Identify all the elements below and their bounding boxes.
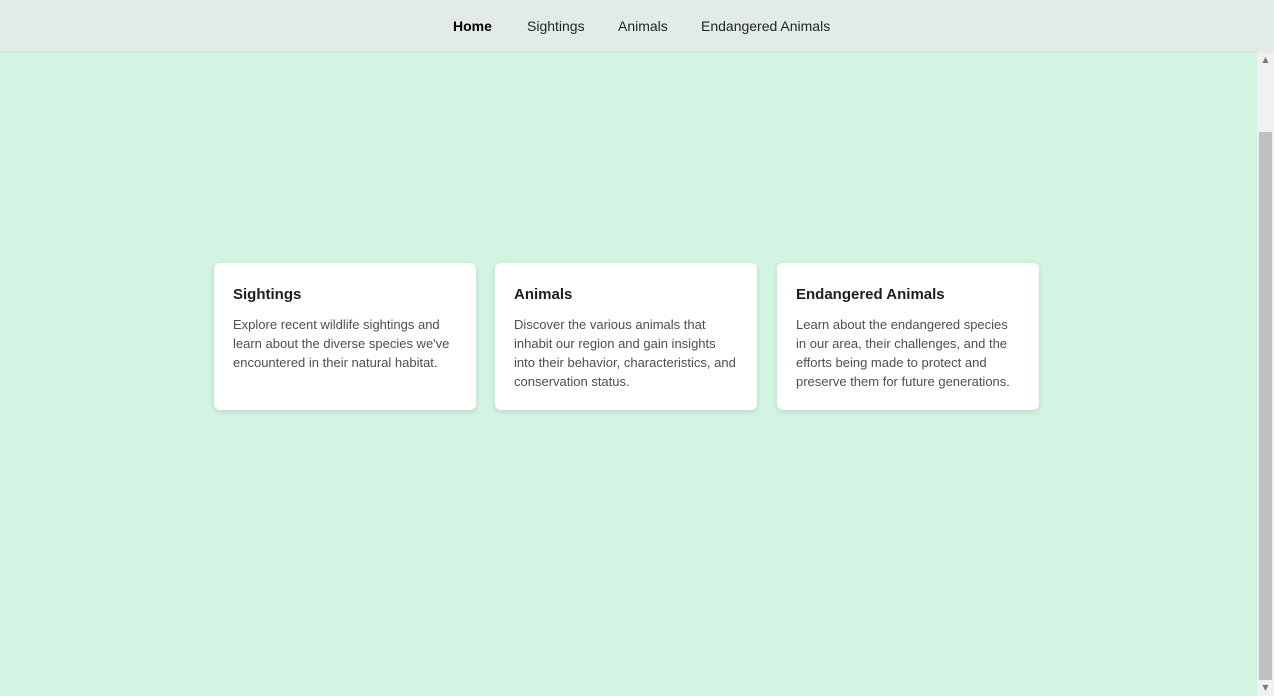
card-animals[interactable]: Animals Discover the various animals tha… xyxy=(495,263,757,410)
scroll-up-arrow-icon[interactable]: ▲ xyxy=(1257,51,1274,68)
card-description: Learn about the endangered species in ou… xyxy=(796,317,1010,389)
card-endangered-animals[interactable]: Endangered Animals Learn about the endan… xyxy=(777,263,1039,410)
nav-link-animals[interactable]: Animals xyxy=(618,17,668,35)
card-title: Endangered Animals xyxy=(796,286,945,303)
nav-link-home[interactable]: Home xyxy=(453,17,492,35)
nav-link-sightings[interactable]: Sightings xyxy=(527,17,585,35)
top-navbar: Home Sightings Animals Endangered Animal… xyxy=(0,0,1274,51)
card-description: Explore recent wildlife sightings and le… xyxy=(233,317,450,370)
scroll-down-arrow-icon[interactable]: ▼ xyxy=(1257,679,1274,696)
card-title: Sightings xyxy=(233,286,302,303)
nav-link-endangered-animals[interactable]: Endangered Animals xyxy=(701,17,830,35)
main-content: Sightings Explore recent wildlife sighti… xyxy=(0,51,1257,696)
vertical-scrollbar[interactable]: ▲ ▼ xyxy=(1257,51,1274,696)
card-description: Discover the various animals that inhabi… xyxy=(514,317,736,389)
scrollbar-thumb[interactable] xyxy=(1259,132,1272,680)
card-title: Animals xyxy=(514,286,573,303)
card-sightings[interactable]: Sightings Explore recent wildlife sighti… xyxy=(214,263,476,410)
